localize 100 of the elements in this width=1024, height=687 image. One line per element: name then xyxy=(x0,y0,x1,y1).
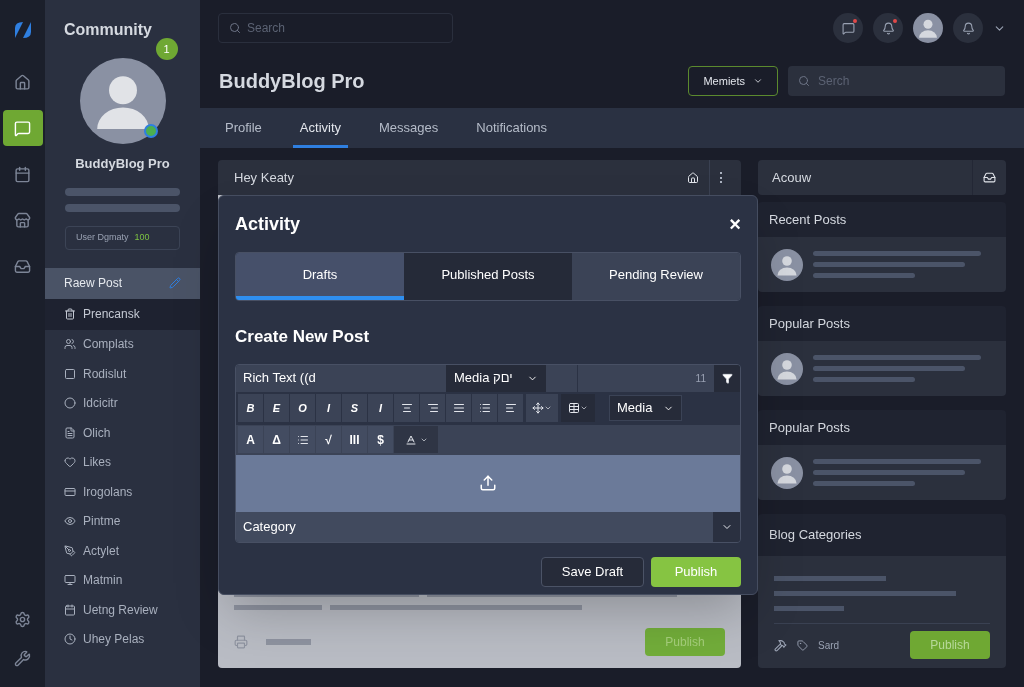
sidebar-item[interactable]: Irogolans xyxy=(45,477,200,507)
category-label: Sard xyxy=(818,638,841,653)
upload-icon[interactable] xyxy=(479,474,497,492)
store-icon xyxy=(14,211,31,229)
page-title: BuddyBlog Pro xyxy=(219,69,366,94)
align-button[interactable] xyxy=(498,394,523,422)
hammer-icon[interactable] xyxy=(774,638,787,652)
notification-button[interactable] xyxy=(873,13,903,43)
sidebar-item[interactable]: Likes xyxy=(45,447,200,477)
tag-icon[interactable] xyxy=(797,639,808,651)
list-button[interactable] xyxy=(290,426,315,453)
nav-tab[interactable]: Profile xyxy=(218,110,269,148)
widget-title: Popular Posts xyxy=(769,314,850,333)
sidebar-title: Community xyxy=(64,21,152,38)
card-title: Hey Keaty xyxy=(234,168,295,187)
sidebar-item[interactable]: Uetng Review xyxy=(45,595,200,625)
widget-title: Blog Categories xyxy=(769,526,862,545)
avatar-icon xyxy=(913,13,943,43)
dialog-tab[interactable]: Drafts xyxy=(236,253,404,300)
caret-button[interactable] xyxy=(713,511,740,542)
avatar-icon xyxy=(771,352,803,385)
dialog-tab[interactable]: Pending Review xyxy=(572,253,740,300)
align-button[interactable] xyxy=(472,394,497,422)
sidebar-item[interactable]: Pintme xyxy=(45,506,200,536)
nav-tab[interactable]: Activity xyxy=(292,110,349,148)
widget-title: Popular Posts xyxy=(769,418,850,437)
caret-icon xyxy=(753,76,763,86)
avatar-icon xyxy=(771,456,803,489)
sidebar-item[interactable]: Complats xyxy=(45,329,200,359)
eye-icon xyxy=(64,515,76,528)
dialog-tab[interactable]: Published Posts xyxy=(404,253,572,300)
size-field[interactable]: 11 xyxy=(578,364,714,392)
format-button[interactable]: III xyxy=(342,426,367,453)
align-right-icon xyxy=(426,402,439,414)
more-icon[interactable] xyxy=(720,172,723,183)
search-icon xyxy=(229,22,241,34)
bell-icon xyxy=(881,21,895,35)
sidebar-item[interactable]: Idcicitr xyxy=(45,388,200,418)
format-button[interactable]: I xyxy=(368,394,393,422)
close-button[interactable]: × xyxy=(729,214,741,234)
format-button[interactable]: B xyxy=(238,394,263,422)
search-field[interactable]: Search xyxy=(218,13,453,43)
sidebar-item[interactable]: Raew Post xyxy=(45,267,200,299)
table-icon xyxy=(568,402,580,414)
settings-icon[interactable] xyxy=(14,611,31,628)
avatar-icon xyxy=(771,248,803,281)
chat-button[interactable] xyxy=(833,13,863,43)
text-color-button[interactable] xyxy=(394,426,438,453)
move-button[interactable] xyxy=(526,394,558,422)
nav-tab[interactable]: Messages xyxy=(372,110,446,148)
home-icon xyxy=(14,73,31,91)
format-button[interactable]: $ xyxy=(368,426,393,453)
format-button[interactable]: O xyxy=(290,394,315,422)
members-dropdown[interactable]: Memiets xyxy=(688,66,778,96)
align-button[interactable] xyxy=(446,394,471,422)
format-button[interactable]: S xyxy=(342,394,367,422)
table-button[interactable] xyxy=(561,394,595,422)
square-icon xyxy=(64,367,76,380)
pen-icon xyxy=(64,544,76,557)
search-input[interactable]: Search xyxy=(247,19,452,37)
caret-icon xyxy=(580,404,588,412)
heart-icon xyxy=(64,456,76,469)
save-draft-button[interactable]: Save Draft xyxy=(541,556,644,587)
media-dropdown[interactable]: Media xyxy=(609,395,682,421)
sidebar-item[interactable]: Olich xyxy=(45,418,200,448)
format-field[interactable]: Rich Text ((d xyxy=(236,364,446,392)
format-button[interactable]: A xyxy=(238,426,263,453)
format-button[interactable]: √ xyxy=(316,426,341,453)
filter-button[interactable] xyxy=(714,364,740,392)
nav-tab[interactable]: Notifications xyxy=(469,110,555,148)
sidebar-item[interactable]: Actylet xyxy=(45,536,200,566)
clock-icon xyxy=(64,633,76,646)
sidebar-item[interactable]: Rodislut xyxy=(45,359,200,389)
bell-button[interactable] xyxy=(953,13,983,43)
sidebar-item[interactable]: Matmin xyxy=(45,565,200,595)
align-button[interactable] xyxy=(394,394,419,422)
dialog-title: Activity xyxy=(235,212,302,236)
sidebar-item[interactable]: Uhey Pelas xyxy=(45,624,200,654)
align-center-icon xyxy=(400,402,413,414)
format-button[interactable]: Δ xyxy=(264,426,289,453)
format-button[interactable]: E xyxy=(264,394,289,422)
format-button[interactable]: I xyxy=(316,394,341,422)
sidebar-item[interactable]: Prencansk xyxy=(45,298,200,330)
search-icon xyxy=(798,75,810,87)
pencil-icon xyxy=(169,277,181,289)
document-icon xyxy=(64,426,76,439)
align-button[interactable] xyxy=(420,394,445,422)
rail-button[interactable] xyxy=(2,110,43,146)
wrench-icon[interactable] xyxy=(14,650,31,667)
notification-badge: 1 xyxy=(155,38,178,60)
media-select[interactable]: Media יםק xyxy=(446,364,546,392)
widget-title: Recent Posts xyxy=(769,210,847,229)
home-icon[interactable] xyxy=(687,171,699,184)
align-left-icon xyxy=(504,402,517,414)
placeholder-bar xyxy=(266,639,311,645)
monitor-icon xyxy=(64,574,76,587)
inbox-icon[interactable] xyxy=(983,171,996,184)
circle-icon xyxy=(64,397,76,410)
stat-value: 100 xyxy=(134,230,150,244)
users-icon xyxy=(64,338,76,351)
